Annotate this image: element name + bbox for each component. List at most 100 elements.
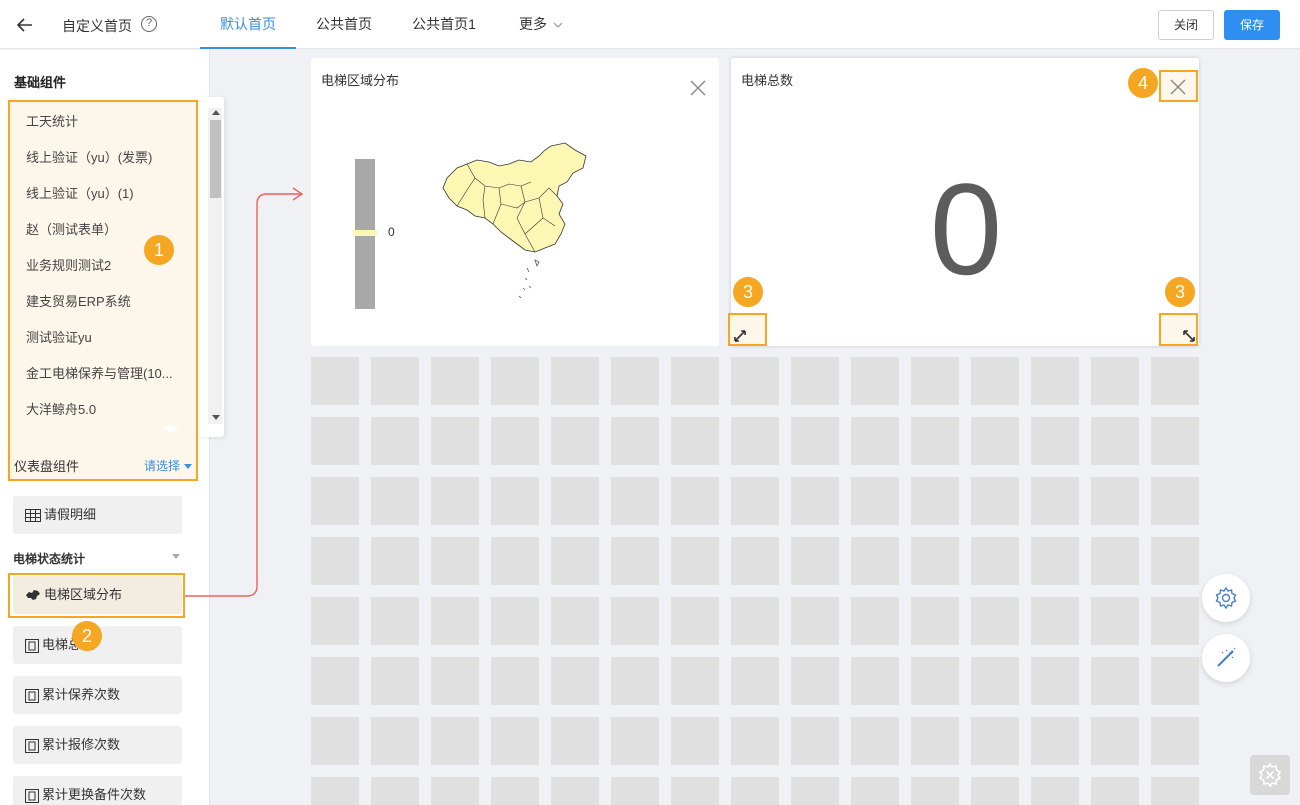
component-repair-count[interactable]: 累计报修次数 (13, 726, 182, 764)
grid-cell (551, 417, 599, 465)
counter-icon (25, 788, 39, 803)
dashboard-dropdown-list: 工天统计 线上验证（yu）(发票) 线上验证（yu）(1) 赵（测试表单） 业务… (8, 100, 198, 428)
grid-cell (731, 417, 779, 465)
grid-cell (971, 357, 1019, 405)
close-icon[interactable] (688, 78, 708, 98)
component-label: 累计保养次数 (42, 687, 121, 702)
grid-cell (611, 537, 659, 585)
grid-cell (371, 417, 419, 465)
close-button[interactable]: 关闭 (1158, 10, 1214, 40)
grid-cell (551, 357, 599, 405)
grid-cell (971, 777, 1019, 805)
save-button[interactable]: 保存 (1224, 10, 1280, 40)
resize-diagonal-icon[interactable] (733, 329, 747, 343)
grid-cell (371, 357, 419, 405)
corner-settings-button[interactable] (1250, 755, 1290, 795)
back-arrow-icon[interactable] (14, 14, 36, 36)
tab-public-home-1[interactable]: 公共首页1 (400, 0, 488, 49)
dropdown-item[interactable]: 线上验证（yu）(1) (8, 176, 190, 212)
step-badge-3: 3 (1165, 277, 1195, 307)
grid-cell (1151, 417, 1199, 465)
grid-cell (791, 717, 839, 765)
china-map-icon[interactable] (439, 138, 591, 303)
widget-elevator-total[interactable]: 电梯总数 0 (731, 58, 1199, 346)
dropdown-item[interactable]: 工天统计 (8, 104, 190, 140)
component-parts-replacement-count[interactable]: 累计更换备件次数 (13, 776, 182, 805)
grid-cell (911, 597, 959, 645)
grid-cell (611, 417, 659, 465)
grid-cell (1151, 597, 1199, 645)
widget-elevator-region[interactable]: 电梯区域分布 0 (311, 58, 719, 346)
grid-cell (1091, 417, 1139, 465)
top-bar: 自定义首页 ? 默认首页 公共首页 公共首页1 更多 关闭 保存 (0, 0, 1300, 49)
grid-cell (431, 777, 479, 805)
legend-value: 0 (388, 225, 395, 239)
grid-cell (851, 777, 899, 805)
grid-cell (971, 417, 1019, 465)
grid-cell (1151, 717, 1199, 765)
grid-cell (671, 357, 719, 405)
page-title: 自定义首页 (62, 18, 132, 34)
grid-cell (1031, 777, 1079, 805)
leave-detail-label: 请假明细 (44, 507, 97, 522)
drag-source-highlight (8, 573, 185, 618)
grid-cell (371, 657, 419, 705)
help-icon[interactable]: ? (141, 16, 157, 32)
layout-grid (311, 357, 1211, 805)
grid-cell (551, 717, 599, 765)
grid-cell (431, 537, 479, 585)
grid-cell (911, 537, 959, 585)
grid-cell (911, 417, 959, 465)
grid-cell (1091, 657, 1139, 705)
tab-more-label: 更多 (519, 16, 547, 32)
grid-cell (851, 537, 899, 585)
settings-button[interactable] (1202, 574, 1250, 622)
grid-cell (371, 477, 419, 525)
grid-cell (1091, 597, 1139, 645)
grid-cell (671, 777, 719, 805)
magic-wand-icon (1217, 647, 1236, 667)
close-icon[interactable] (1169, 78, 1187, 96)
grid-cell (1151, 777, 1199, 805)
chevron-down-icon (553, 22, 563, 29)
grid-cell (611, 717, 659, 765)
grid-cell (491, 357, 539, 405)
tab-public-home[interactable]: 公共首页 (302, 0, 386, 49)
grid-cell (791, 537, 839, 585)
dropdown-item[interactable]: 线上验证（yu）(发票) (8, 140, 190, 176)
counter-icon (25, 688, 39, 703)
grid-cell (671, 657, 719, 705)
grid-cell (431, 357, 479, 405)
grid-cell (491, 417, 539, 465)
component-label: 累计更换备件次数 (42, 787, 147, 802)
tab-default-home[interactable]: 默认首页 (200, 0, 296, 49)
grid-cell (611, 357, 659, 405)
grid-cell (671, 537, 719, 585)
grid-cell (1151, 477, 1199, 525)
grid-cell (731, 717, 779, 765)
grid-cell (311, 537, 359, 585)
elevator-total-value: 0 (929, 156, 1003, 302)
dropdown-item[interactable]: 建支贸易ERP系统 (8, 284, 190, 320)
leave-detail-button[interactable]: 请假明细 (13, 496, 182, 534)
grid-cell (971, 597, 1019, 645)
grid-cell (1091, 537, 1139, 585)
resize-diagonal-icon[interactable] (1182, 329, 1196, 343)
component-maintenance-count[interactable]: 累计保养次数 (13, 676, 182, 714)
dropdown-item[interactable]: 金工电梯保养与管理(10... (8, 356, 190, 392)
step-badge-1: 1 (144, 235, 174, 265)
legend-handle[interactable] (353, 230, 377, 236)
grid-cell (911, 357, 959, 405)
widget-title: 电梯区域分布 (321, 73, 400, 88)
dropdown-item[interactable]: 大洋鲸舟5.0 (8, 392, 190, 428)
group-collapse-icon[interactable] (172, 554, 180, 559)
grid-cell (431, 717, 479, 765)
dashboard-select-label: 请选择 (144, 459, 181, 473)
scroll-up-arrow-icon[interactable] (212, 110, 220, 115)
grid-cell (671, 597, 719, 645)
grid-cell (491, 597, 539, 645)
grid-cell (551, 537, 599, 585)
tab-more[interactable]: 更多 (500, 0, 582, 49)
magic-wand-button[interactable] (1202, 634, 1250, 682)
dropdown-item[interactable]: 测试验证yu (8, 320, 190, 356)
